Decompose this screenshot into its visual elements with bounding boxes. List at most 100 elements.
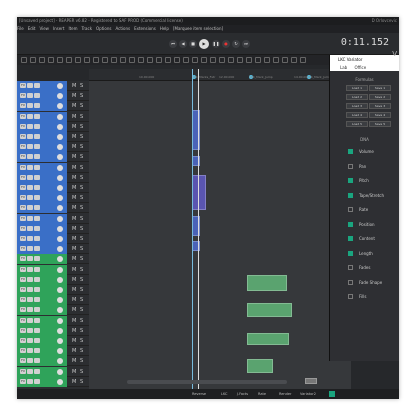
load-button[interactable]: Load 2 bbox=[346, 94, 368, 100]
track-button[interactable] bbox=[27, 154, 33, 160]
track-button[interactable] bbox=[27, 164, 33, 170]
toolbar-icon[interactable] bbox=[84, 57, 90, 63]
bottom-toolbar-item[interactable]: Variator2 bbox=[300, 391, 316, 397]
mute-button[interactable]: M bbox=[72, 297, 76, 303]
track-header[interactable]: FX M S bbox=[17, 213, 89, 224]
fx-button[interactable]: FX bbox=[20, 215, 26, 221]
fx-button[interactable]: FX bbox=[20, 358, 26, 364]
bottom-toolbar-item[interactable]: LKC bbox=[221, 391, 228, 397]
fx-button[interactable]: FX bbox=[20, 144, 26, 150]
play-back-button[interactable]: ◀ bbox=[179, 40, 187, 48]
track-button[interactable] bbox=[34, 378, 40, 384]
bottom-toolbar-item[interactable]: J.Facts bbox=[237, 391, 248, 397]
track-button[interactable] bbox=[34, 287, 40, 292]
mute-button[interactable]: M bbox=[72, 205, 76, 211]
media-item[interactable] bbox=[247, 275, 287, 291]
menu-item[interactable]: File bbox=[17, 25, 24, 33]
track-header[interactable]: FX M S bbox=[17, 244, 89, 255]
solo-button[interactable]: S bbox=[80, 236, 83, 242]
fx-button[interactable]: FX bbox=[20, 113, 26, 119]
toolbar-icon[interactable] bbox=[228, 57, 234, 63]
track-button[interactable] bbox=[27, 134, 33, 139]
fx-button[interactable]: FX bbox=[20, 123, 26, 129]
solo-button[interactable]: S bbox=[80, 307, 83, 313]
solo-button[interactable]: S bbox=[80, 124, 83, 130]
dna-option[interactable]: Fade Shape bbox=[330, 277, 399, 292]
load-button[interactable]: Load 4 bbox=[346, 112, 368, 118]
fx-button[interactable]: FX bbox=[20, 348, 26, 354]
mute-button[interactable]: M bbox=[72, 134, 76, 140]
track-button[interactable] bbox=[34, 93, 40, 99]
save-button[interactable]: Save 5 bbox=[369, 121, 391, 127]
solo-button[interactable]: S bbox=[80, 83, 83, 89]
track-header[interactable]: FX M S bbox=[17, 223, 89, 234]
volume-knob[interactable] bbox=[57, 83, 63, 89]
toolbar-icon[interactable] bbox=[75, 57, 81, 63]
track-button[interactable] bbox=[27, 215, 33, 221]
track-button[interactable] bbox=[34, 185, 40, 190]
volume-knob[interactable] bbox=[57, 317, 63, 324]
dna-option[interactable]: Position bbox=[330, 219, 399, 234]
dna-option[interactable]: Volume bbox=[330, 146, 399, 161]
track-button[interactable] bbox=[34, 134, 40, 139]
dna-checkbox[interactable] bbox=[348, 178, 353, 183]
volume-knob[interactable] bbox=[57, 215, 63, 222]
media-item[interactable] bbox=[247, 359, 273, 373]
mute-button[interactable]: M bbox=[72, 226, 76, 232]
track-header[interactable]: FX M S bbox=[17, 346, 89, 357]
track-button[interactable] bbox=[34, 225, 40, 231]
toolbar-icon[interactable] bbox=[183, 57, 189, 63]
solo-button[interactable]: S bbox=[80, 358, 83, 364]
track-button[interactable] bbox=[27, 195, 33, 201]
track-header[interactable]: FX M S bbox=[17, 376, 89, 387]
track-header[interactable]: FX M S bbox=[17, 183, 89, 193]
solo-button[interactable]: S bbox=[80, 338, 83, 344]
track-button[interactable] bbox=[27, 378, 33, 384]
fx-button[interactable]: FX bbox=[20, 246, 26, 252]
track-header[interactable]: FX M S bbox=[17, 264, 89, 275]
mute-button[interactable]: M bbox=[72, 185, 76, 191]
play-button[interactable]: ▶ bbox=[199, 39, 209, 49]
timeline-ruler[interactable]: 10.00.000 12.00.000 14.00.000 5PK_Marks_… bbox=[89, 69, 351, 81]
menu-item[interactable]: Track bbox=[82, 25, 92, 33]
track-button[interactable] bbox=[34, 113, 40, 119]
track-button[interactable] bbox=[34, 317, 40, 323]
solo-button[interactable]: S bbox=[80, 246, 83, 252]
track-button[interactable] bbox=[27, 266, 33, 272]
fx-button[interactable]: FX bbox=[20, 103, 26, 109]
solo-button[interactable]: S bbox=[80, 226, 83, 232]
dna-checkbox[interactable] bbox=[348, 221, 353, 227]
mute-button[interactable]: M bbox=[72, 328, 76, 334]
solo-button[interactable]: S bbox=[80, 328, 83, 334]
track-header[interactable]: FX M S bbox=[17, 325, 89, 336]
solo-button[interactable]: S bbox=[80, 175, 83, 181]
track-button[interactable] bbox=[27, 83, 33, 88]
track-header[interactable]: FX M S bbox=[17, 101, 89, 112]
toolbar-icon[interactable] bbox=[156, 57, 162, 63]
save-button[interactable]: Save 2 bbox=[369, 94, 391, 100]
toolbar-icon[interactable] bbox=[264, 57, 270, 63]
fx-button[interactable]: FX bbox=[20, 134, 26, 139]
mute-button[interactable]: M bbox=[72, 256, 76, 262]
track-button[interactable] bbox=[27, 348, 33, 354]
toolbar-icon[interactable] bbox=[57, 57, 63, 63]
track-header[interactable]: FX M S bbox=[17, 315, 89, 326]
toolbar-icon[interactable] bbox=[192, 57, 198, 63]
toolbar-icon[interactable] bbox=[147, 57, 153, 63]
solo-button[interactable]: S bbox=[80, 379, 83, 385]
toolbar-icon[interactable] bbox=[102, 57, 108, 63]
track-header[interactable]: FX M S bbox=[17, 254, 89, 265]
track-header[interactable]: FX M S bbox=[17, 336, 89, 346]
track-button[interactable] bbox=[34, 307, 40, 313]
load-button[interactable]: Load 1 bbox=[346, 85, 368, 91]
toolbar-icon[interactable] bbox=[129, 57, 135, 63]
track-button[interactable] bbox=[27, 174, 33, 180]
track-header[interactable]: FX M S bbox=[17, 172, 89, 183]
stop-button[interactable]: ■ bbox=[189, 40, 197, 48]
solo-button[interactable]: S bbox=[80, 114, 83, 120]
dna-checkbox[interactable] bbox=[348, 279, 353, 285]
track-button[interactable] bbox=[27, 185, 33, 190]
track-button[interactable] bbox=[27, 144, 33, 150]
load-button[interactable]: Load 5 bbox=[346, 121, 368, 127]
track-header[interactable]: FX M S bbox=[17, 305, 89, 316]
